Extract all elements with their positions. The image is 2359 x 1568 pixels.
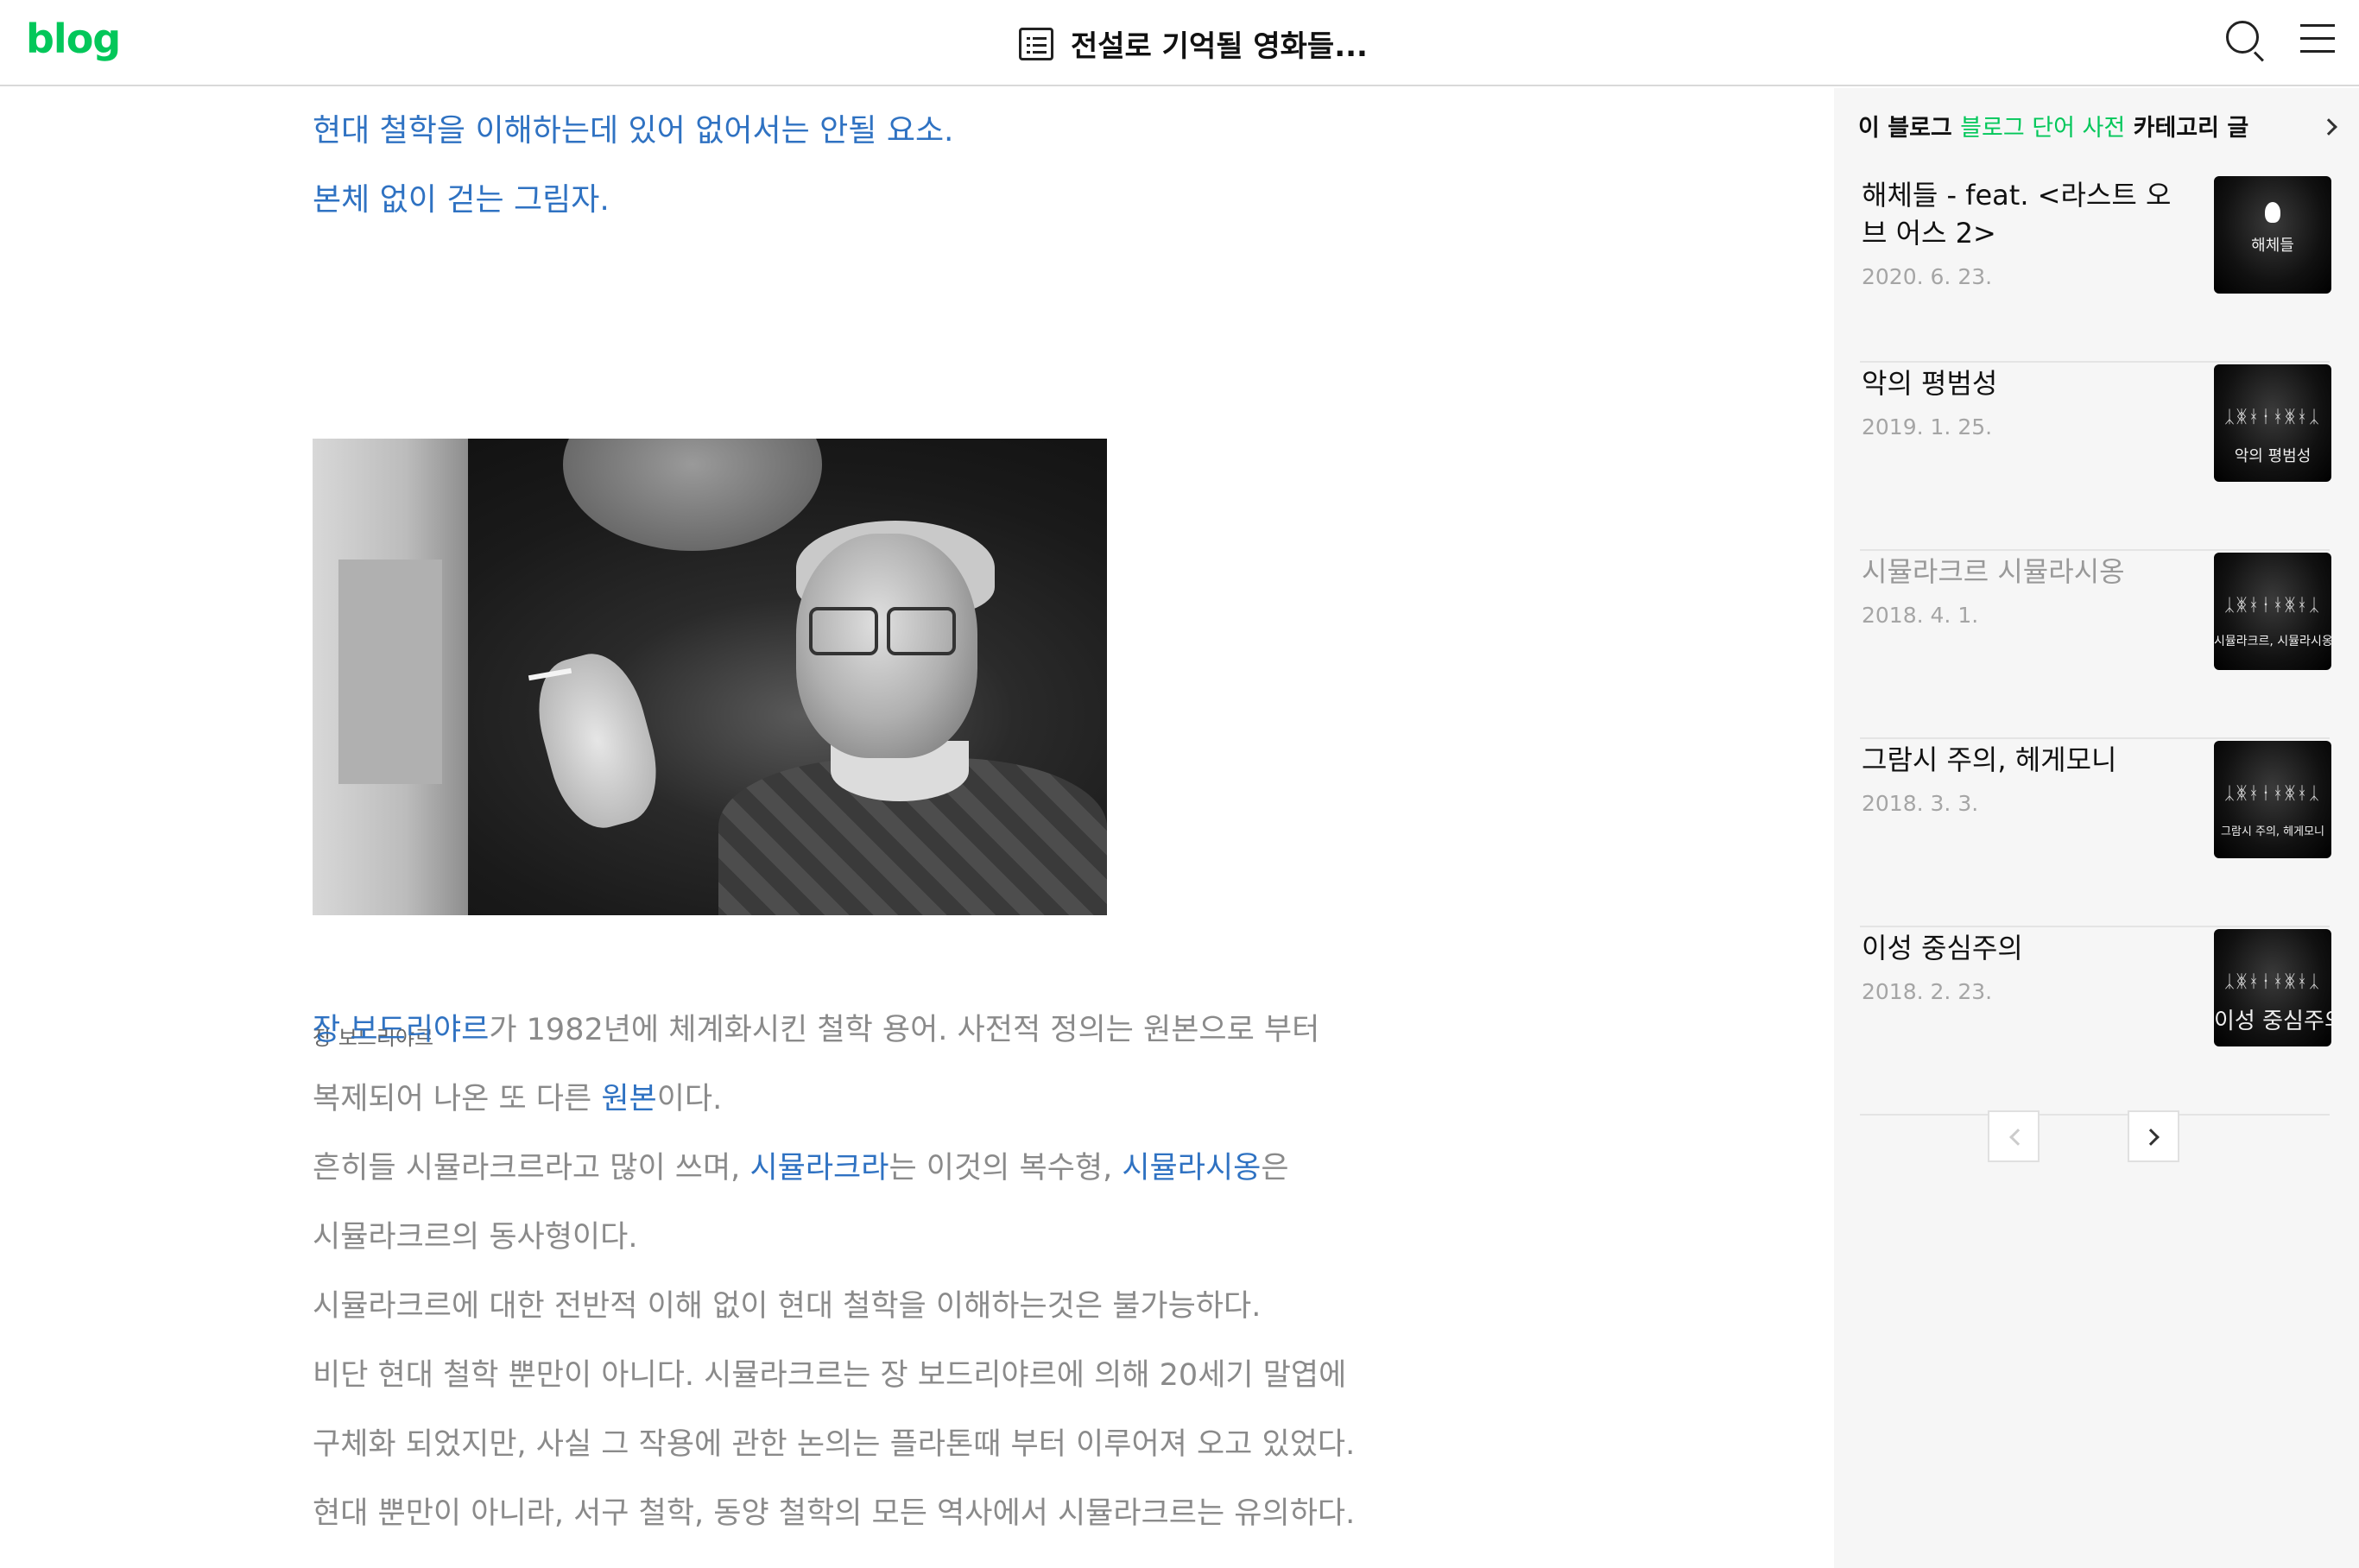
post-thumbnail: ᛣᛤᚼᚽᚼᛤᚼᛣ 악의 평범성 [2214, 364, 2331, 482]
post-title: 해체들 - feat. <라스트 오브 어스 2> [1862, 179, 2172, 250]
keyword-link[interactable]: 원본 [601, 1082, 656, 1116]
post-thumbnail: 해체들 [2214, 176, 2331, 294]
page-title: 전설로 기억될 영화들... [1071, 29, 1368, 64]
paragraph-line: 복제되어 나온 또 다른 원본이다. [313, 1082, 723, 1116]
sidebar-post-item[interactable]: 이성 중심주의 2018. 2. 23. ᛣᛤᚼᚽᚼᛤᚼᛣ 이성 중심주의 [1860, 927, 2331, 1116]
lightbulb-icon [2265, 202, 2280, 223]
lead-line-2: 본체 없이 걷는 그림자. [313, 182, 610, 218]
paragraph-line: 흔히들 시뮬라크르라고 많이 쓰며, 시뮬라크라는 이것의 복수형, 시뮬라시옹… [313, 1151, 1289, 1185]
post-date: 2019. 1. 25. [1862, 414, 1993, 439]
paragraph-line: 시뮬라크르의 동사형이다. [313, 1220, 638, 1255]
post-date: 2020. 6. 23. [1862, 264, 1993, 289]
lead-line-1: 현대 철학을 이해하는데 있어 없어서는 안될 요소. [313, 113, 954, 149]
post-thumbnail: ᛣᛤᚼᚽᚼᛤᚼᛣ 그람시 주의, 헤게모니 [2214, 741, 2331, 858]
sidebar-post-item[interactable]: 해체들 - feat. <라스트 오브 어스 2> 2020. 6. 23. 해… [1860, 174, 2331, 363]
post-thumbnail: ᛣᛤᚼᚽᚼᛤᚼᛣ 이성 중심주의 [2214, 929, 2331, 1046]
sidebar-post-item[interactable]: 그람시 주의, 헤게모니 2018. 3. 3. ᛣᛤᚼᚽᚼᛤᚼᛣ 그람시 주의… [1860, 739, 2331, 927]
list-icon [1019, 27, 1053, 60]
category-heading[interactable]: 이 블로그 블로그 단어 사전 카테고리 글 [1858, 109, 2248, 142]
search-icon[interactable] [2226, 21, 2264, 62]
paragraph-line: 시뮬라크르에 대한 전반적 이해 없이 현대 철학을 이해하는것은 불가능하다. [313, 1289, 1262, 1324]
chevron-right-icon[interactable] [2320, 118, 2337, 136]
post-date: 2018. 2. 23. [1862, 979, 1993, 1004]
paragraph-line: 비단 현대 철학 뿐만이 아니다. 시뮬라크르는 장 보드리야르에 의해 20세… [313, 1358, 1347, 1393]
paragraph-line: 구체화 되었지만, 사실 그 작용에 관한 논의는 플라톤때 부터 이루어져 오… [313, 1427, 1356, 1462]
category-posts-sidebar: 이 블로그 블로그 단어 사전 카테고리 글 해체들 - feat. <라스트 … [1834, 88, 2359, 1568]
top-bar: blog 전설로 기억될 영화들... [0, 0, 2359, 86]
sidebar-post-item-current[interactable]: 시뮬라크르 시뮬라시옹 2018. 4. 1. ᛣᛤᚼᚽᚼᛤᚼᛣ 시뮬라크르, … [1860, 551, 2331, 739]
article-photo[interactable] [313, 439, 1107, 915]
prev-page-button[interactable] [1988, 1110, 2040, 1162]
post-date: 2018. 3. 3. [1862, 791, 1979, 816]
hamburger-menu-icon[interactable] [2300, 22, 2335, 55]
blog-logo[interactable]: blog [26, 16, 121, 62]
post-thumbnail: ᛣᛤᚼᚽᚼᛤᚼᛣ 시뮬라크르, 시뮬라시옹 [2214, 553, 2331, 670]
sidebar-post-item[interactable]: 악의 평범성 2019. 1. 25. ᛣᛤᚼᚽᚼᛤᚼᛣ 악의 평범성 [1860, 363, 2331, 551]
paragraph-line: 현대 뿐만이 아니라, 서구 철학, 동양 철학의 모든 역사에서 시뮬라크르는… [313, 1496, 1356, 1531]
keyword-link[interactable]: 시뮬라시옹 [1122, 1151, 1261, 1185]
post-title: 이성 중심주의 [1862, 932, 2023, 964]
chevron-right-icon [2142, 1129, 2160, 1146]
post-title: 악의 평범성 [1862, 367, 1998, 400]
post-title: 그람시 주의, 헤게모니 [1862, 743, 2117, 776]
chevron-left-icon [2009, 1129, 2027, 1146]
post-title: 시뮬라크르 시뮬라시옹 [1862, 555, 2125, 588]
paragraph-line: 장 보드리야르가 1982년에 체계화시킨 철학 용어. 사전적 정의는 원본으… [313, 1013, 1320, 1047]
keyword-link[interactable]: 장 보드리야르 [313, 1013, 489, 1047]
keyword-link[interactable]: 시뮬라크라 [749, 1151, 889, 1185]
article-body: 현대 철학을 이해하는데 있어 없어서는 안될 요소. 본체 없이 걷는 그림자… [0, 86, 1834, 1568]
next-page-button[interactable] [2128, 1110, 2179, 1162]
post-date: 2018. 4. 1. [1862, 603, 1979, 628]
post-title-button[interactable]: 전설로 기억될 영화들... [1019, 22, 1368, 65]
